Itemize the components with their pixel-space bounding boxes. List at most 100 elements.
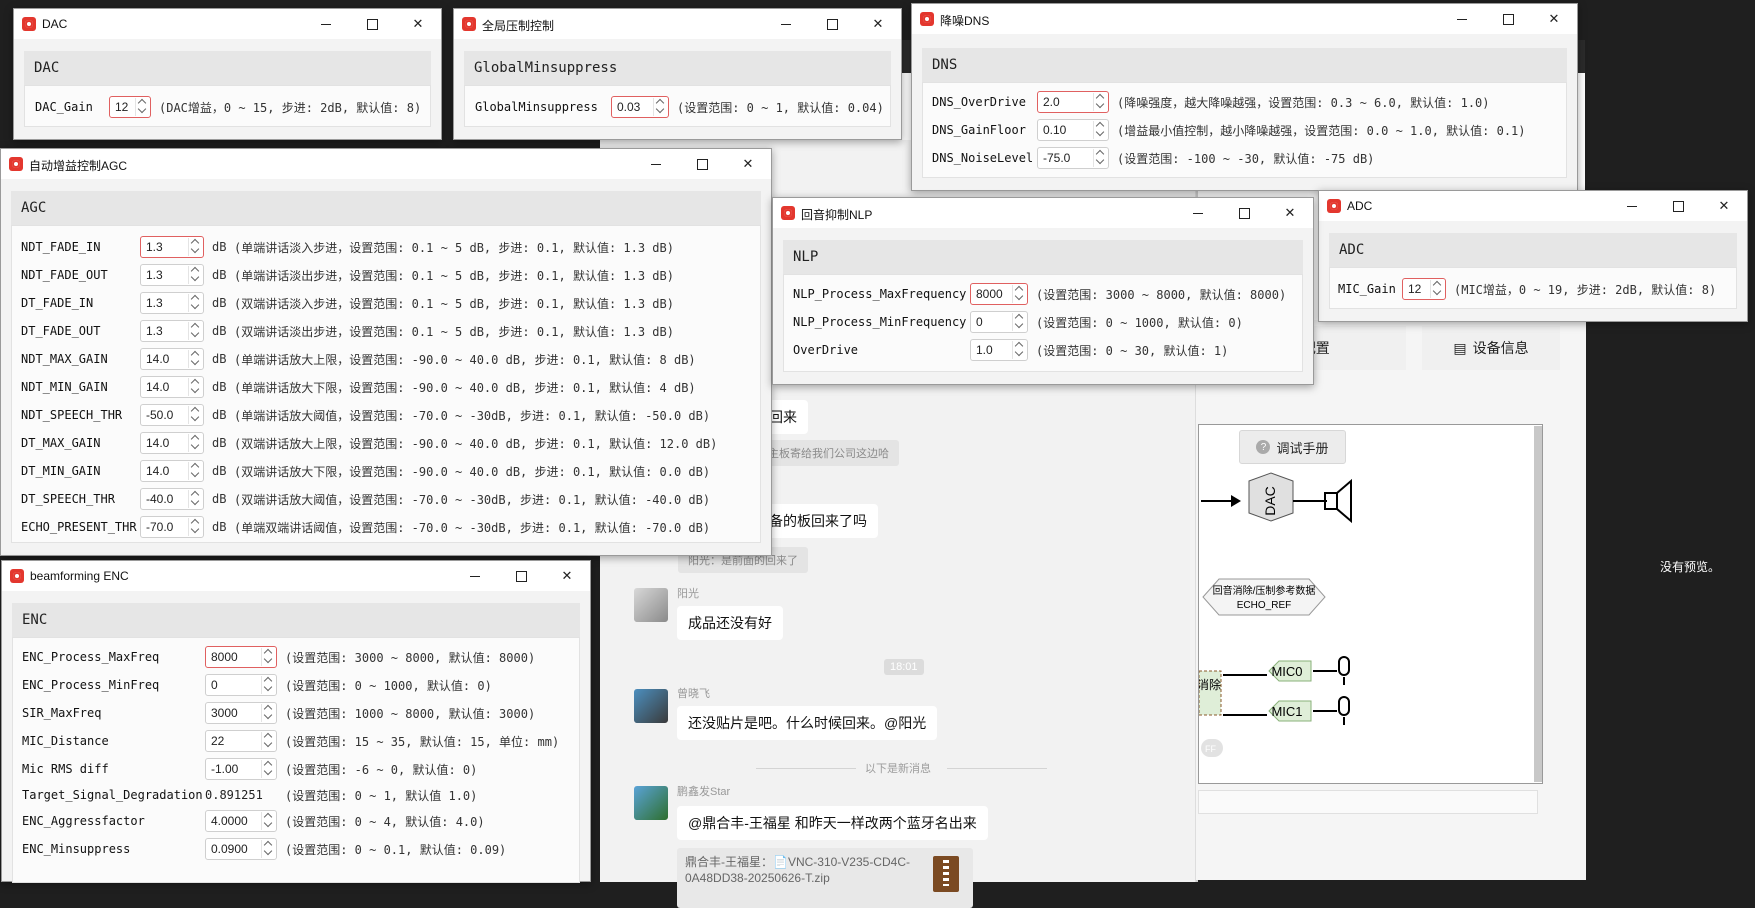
title-bar[interactable]: DAC xyxy=(14,9,441,39)
tab-device-info[interactable]: ▤ 设备信息 xyxy=(1422,326,1560,370)
maximize-icon[interactable] xyxy=(498,561,544,591)
dns-noiselevel-spinbox[interactable]: -75.0 xyxy=(1037,147,1109,169)
maximize-icon[interactable] xyxy=(809,9,855,39)
dns-gainfloor-spinbox[interactable]: 0.10 xyxy=(1037,119,1109,141)
minimize-icon[interactable] xyxy=(633,149,679,179)
group-body: DNS_OverDrive 2.0 (降噪强度，越大降噪越强，设置范围: 0.3… xyxy=(922,82,1567,178)
dt-min-gain-spinbox[interactable]: 14.0 xyxy=(140,460,204,482)
spin-arrows-icon[interactable] xyxy=(261,676,275,694)
spin-arrows-icon[interactable] xyxy=(1012,341,1026,359)
title-bar[interactable]: 自动增益控制AGC xyxy=(1,149,771,179)
spin-arrows-icon[interactable] xyxy=(135,98,149,116)
enc-min-freq-spinbox[interactable]: 0 xyxy=(205,674,277,696)
maximize-icon[interactable] xyxy=(1655,191,1701,221)
mic-rms-diff-spinbox[interactable]: -1.00 xyxy=(205,758,277,780)
close-icon[interactable] xyxy=(395,9,441,39)
echo-present-thr-spinbox[interactable]: -70.0 xyxy=(140,516,204,538)
minimize-icon[interactable] xyxy=(452,561,498,591)
spin-arrows-icon[interactable] xyxy=(1093,121,1107,139)
nlp-min-freq-spinbox[interactable]: 0 xyxy=(970,311,1028,333)
nlp-max-freq-spinbox[interactable]: 8000 xyxy=(970,283,1028,305)
spin-arrows-icon[interactable] xyxy=(188,490,202,508)
param-desc: (设置范围: 0 ~ 1000, 默认值: 0) xyxy=(285,678,492,693)
minimize-icon[interactable] xyxy=(1609,191,1655,221)
dt-fade-in-spinbox[interactable]: 1.3 xyxy=(140,292,204,314)
minimize-icon[interactable] xyxy=(1175,198,1221,228)
spin-arrows-icon[interactable] xyxy=(261,648,275,666)
global-minsuppress-spinbox[interactable]: 0.03 xyxy=(611,96,669,118)
spin-arrows-icon[interactable] xyxy=(188,350,202,368)
target-signal-degradation-value[interactable]: 0.891251 xyxy=(205,788,263,802)
spin-arrows-icon[interactable] xyxy=(188,238,202,256)
spin-arrows-icon[interactable] xyxy=(261,840,275,858)
ndt-fade-in-spinbox[interactable]: 1.3 xyxy=(140,236,204,258)
spin-arrows-icon[interactable] xyxy=(261,812,275,830)
app-icon xyxy=(9,157,23,171)
dt-speech-thr-spinbox[interactable]: -40.0 xyxy=(140,488,204,510)
avatar[interactable] xyxy=(634,588,668,622)
param-row-dt-max-gain: DT_MAX_GAIN 14.0 dB (双端讲话放大上限，设置范围: -90.… xyxy=(12,430,760,456)
dac-gain-spinbox[interactable]: 12 xyxy=(109,96,151,118)
spin-arrows-icon[interactable] xyxy=(188,266,202,284)
title-bar[interactable]: beamforming ENC xyxy=(2,561,590,591)
dns-overdrive-spinbox[interactable]: 2.0 xyxy=(1037,91,1109,113)
avatar[interactable] xyxy=(634,689,668,723)
spin-arrows-icon[interactable] xyxy=(188,294,202,312)
spin-arrows-icon[interactable] xyxy=(261,704,275,722)
config-input-strip[interactable] xyxy=(1198,790,1538,814)
debug-manual-button[interactable]: ? 调试手册 xyxy=(1239,430,1346,464)
dt-max-gain-spinbox[interactable]: 14.0 xyxy=(140,432,204,454)
spin-arrows-icon[interactable] xyxy=(653,98,667,116)
sir-max-freq-spinbox[interactable]: 3000 xyxy=(205,702,277,724)
maximize-icon[interactable] xyxy=(349,9,395,39)
ndt-min-gain-spinbox[interactable]: 14.0 xyxy=(140,376,204,398)
minimize-icon[interactable] xyxy=(1439,4,1485,34)
spin-arrows-icon[interactable] xyxy=(188,518,202,536)
close-icon[interactable] xyxy=(544,561,590,591)
param-desc: (双端讲话淡入步进，设置范围: 0.1 ~ 5 dB, 步进: 0.1, 默认值… xyxy=(234,296,674,311)
diagram-scrollbar[interactable] xyxy=(1534,426,1542,782)
spin-arrows-icon[interactable] xyxy=(188,406,202,424)
mic-gain-spinbox[interactable]: 12 xyxy=(1402,278,1446,300)
spin-arrows-icon[interactable] xyxy=(188,462,202,480)
title-bar[interactable]: 回音抑制NLP xyxy=(773,198,1313,228)
close-icon[interactable] xyxy=(1267,198,1313,228)
avatar[interactable] xyxy=(634,786,668,820)
title-bar[interactable]: 全局压制控制 xyxy=(454,9,901,39)
dt-fade-out-spinbox[interactable]: 1.3 xyxy=(140,320,204,342)
maximize-icon[interactable] xyxy=(1221,198,1267,228)
spin-arrows-icon[interactable] xyxy=(1093,149,1107,167)
nlp-overdrive-spinbox[interactable]: 1.0 xyxy=(970,339,1028,361)
param-name: NDT_MIN_GAIN xyxy=(21,380,108,394)
ndt-max-gain-spinbox[interactable]: 14.0 xyxy=(140,348,204,370)
spin-arrows-icon[interactable] xyxy=(1012,285,1026,303)
title-bar[interactable]: ADC xyxy=(1319,191,1747,221)
group-body: NLP_Process_MaxFrequency 8000 (设置范围: 300… xyxy=(783,274,1303,372)
spin-arrows-icon[interactable] xyxy=(188,434,202,452)
enc-max-freq-spinbox[interactable]: 8000 xyxy=(205,646,277,668)
close-icon[interactable] xyxy=(725,149,771,179)
close-icon[interactable] xyxy=(1701,191,1747,221)
enc-aggressfactor-spinbox[interactable]: 4.0000 xyxy=(205,810,277,832)
spin-arrows-icon[interactable] xyxy=(188,322,202,340)
minimize-icon[interactable] xyxy=(763,9,809,39)
mic-distance-spinbox[interactable]: 22 xyxy=(205,730,277,752)
close-icon[interactable] xyxy=(1531,4,1577,34)
spin-arrows-icon[interactable] xyxy=(1012,313,1026,331)
title-bar[interactable]: 降噪DNS xyxy=(912,4,1577,34)
ndt-speech-thr-spinbox[interactable]: -50.0 xyxy=(140,404,204,426)
ndt-fade-out-spinbox[interactable]: 1.3 xyxy=(140,264,204,286)
spin-arrows-icon[interactable] xyxy=(188,378,202,396)
maximize-icon[interactable] xyxy=(679,149,725,179)
spin-arrows-icon[interactable] xyxy=(261,732,275,750)
param-unit: dB xyxy=(212,436,227,450)
spin-arrows-icon[interactable] xyxy=(261,760,275,778)
spin-arrows-icon[interactable] xyxy=(1093,93,1107,111)
close-icon[interactable] xyxy=(855,9,901,39)
maximize-icon[interactable] xyxy=(1485,4,1531,34)
minimize-icon[interactable] xyxy=(303,9,349,39)
nlp-window: 回音抑制NLP NLP NLP_Process_MaxFrequency 800… xyxy=(772,197,1314,385)
spin-arrows-icon[interactable] xyxy=(1430,280,1444,298)
file-message-card[interactable]: 鼎合丰-王福星：📄VNC-310-V235-CD4C-0A48DD38-2025… xyxy=(677,848,973,908)
enc-minsuppress-spinbox[interactable]: 0.0900 xyxy=(205,838,277,860)
